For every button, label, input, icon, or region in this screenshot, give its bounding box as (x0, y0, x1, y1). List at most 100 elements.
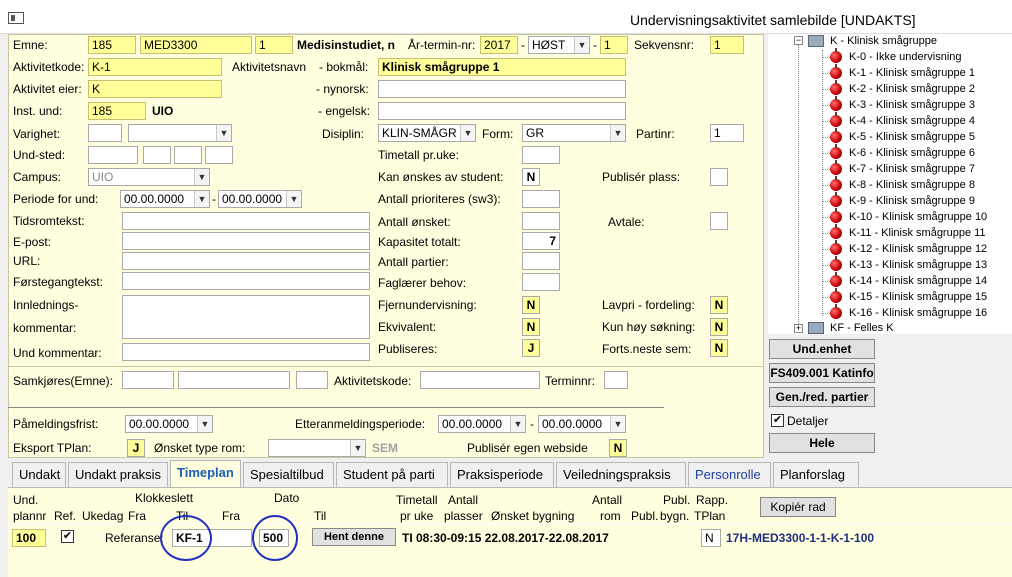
ref-checkbox[interactable]: ✔ (61, 530, 74, 543)
ar-field[interactable]: 2017 (480, 36, 518, 54)
tree-root-kf[interactable]: KF - Felles K (830, 320, 894, 336)
forstegangtekst-field[interactable] (122, 272, 370, 290)
antall-onsket-field[interactable] (522, 212, 560, 230)
samkjores-field-1[interactable] (122, 371, 174, 389)
onsket-rom-select[interactable]: ▼ (268, 439, 366, 457)
samkjores-field-2[interactable] (178, 371, 290, 389)
emne-version-field[interactable]: 1 (255, 36, 293, 54)
antall-partier-field[interactable] (522, 252, 560, 270)
faglaerer-field[interactable] (522, 273, 560, 291)
apple-icon (830, 176, 842, 191)
apple-icon (830, 64, 842, 79)
und-sted-field-3[interactable] (174, 146, 202, 164)
campus-select[interactable]: UIO ▼ (88, 168, 210, 186)
engelsk-field[interactable] (378, 102, 626, 120)
gen-red-button[interactable]: Gen./red. partier (769, 387, 875, 407)
onsket-rom-label: Ønsket type rom: (154, 441, 246, 455)
tab-spesialtilbud[interactable]: Spesialtilbud (243, 462, 334, 487)
periode-fra-select[interactable]: 00.00.0000 ▼ (120, 190, 210, 208)
termin-select[interactable]: HØST ▼ (528, 36, 590, 54)
antall-onsket-label: Antall ønsket: (378, 215, 451, 229)
partinr-field[interactable]: 1 (710, 124, 744, 142)
etteranmelding-til-select[interactable]: 00.00.0000 ▼ (538, 415, 626, 433)
tab-veiledningspraksis[interactable]: Veiledningspraksis (556, 462, 686, 487)
disiplin-select[interactable]: KLIN-SMÅGR ▼ (378, 124, 476, 142)
campus-label: Campus: (13, 170, 62, 184)
und-kommentar-field[interactable] (122, 343, 370, 361)
und-sted-field-2[interactable] (143, 146, 171, 164)
epost-field[interactable] (122, 232, 370, 250)
timeplan-code: 17H-MED3300-1-1-K-1-100 (726, 531, 875, 545)
fjernund-checkbox[interactable]: N (522, 296, 540, 314)
und-sted-field-1[interactable] (88, 146, 138, 164)
varighet-field[interactable] (88, 124, 122, 142)
inst-und-field[interactable]: 185 (88, 102, 146, 120)
kan-onskes-checkbox[interactable]: N (522, 168, 540, 186)
periode-til-select[interactable]: 00.00.0000 ▼ (218, 190, 302, 208)
publiser-web-checkbox[interactable]: N (609, 439, 627, 457)
tab-undakt[interactable]: Undakt (12, 462, 66, 487)
chevron-down-icon: ▼ (510, 416, 525, 432)
antall-partier-label: Antall partier: (378, 255, 449, 269)
timetall-field[interactable] (522, 146, 560, 164)
nynorsk-field[interactable] (378, 80, 626, 98)
und-sted-field-4[interactable] (205, 146, 233, 164)
tab-timeplan[interactable]: Timeplan (170, 460, 241, 487)
tree-collapse-icon[interactable]: − (794, 36, 803, 45)
und-sted-label: Und-sted: (13, 148, 66, 162)
tidsromtekst-field[interactable] (122, 212, 370, 230)
forts-checkbox[interactable]: N (710, 339, 728, 357)
tab-personrolle[interactable]: Personrolle (688, 462, 771, 487)
tab-praksisperiode[interactable]: Praksisperiode (450, 462, 554, 487)
antall-prioriteres-field[interactable] (522, 190, 560, 208)
detaljer-checkbox[interactable]: ✔ (771, 414, 784, 427)
tree-line-v1 (798, 44, 799, 330)
avtale-label: Avtale: (608, 215, 645, 229)
bokmal-field[interactable]: Klinisk smågruppe 1 (378, 58, 626, 76)
url-field[interactable] (122, 252, 370, 270)
apple-icon (830, 80, 842, 95)
emne-code-field[interactable]: MED3300 (140, 36, 252, 54)
etteranmelding-fra-select[interactable]: 00.00.0000 ▼ (438, 415, 526, 433)
tab-undakt-praksis[interactable]: Undakt praksis (68, 462, 168, 487)
chevron-down-icon: ▼ (610, 125, 625, 141)
kapasitet-field[interactable]: 7 (522, 232, 560, 250)
und-enhet-button[interactable]: Und.enhet (769, 339, 875, 359)
publiseres-checkbox[interactable]: J (522, 339, 540, 357)
varighet-unit-select[interactable]: ▼ (128, 124, 232, 142)
tree-root[interactable]: K - Klinisk smågruppe (830, 33, 937, 49)
form-select[interactable]: GR ▼ (522, 124, 626, 142)
und-kommentar-label: Und kommentar: (13, 346, 102, 360)
avtale-checkbox[interactable] (710, 212, 728, 230)
aktivitetkode-field[interactable]: K-1 (88, 58, 222, 76)
terminnr-field[interactable] (604, 371, 628, 389)
innlednings-textarea[interactable] (122, 295, 370, 339)
emne-inst-field[interactable]: 185 (88, 36, 136, 54)
rapp-field[interactable]: N (701, 529, 721, 547)
plannr-field[interactable]: 100 (12, 529, 46, 547)
termin-nr-field[interactable]: 1 (600, 36, 628, 54)
aktivitetskode2-field[interactable] (420, 371, 540, 389)
tree-connector (822, 105, 830, 106)
pameldingsfrist-select[interactable]: 00.00.0000 ▼ (125, 415, 213, 433)
eksport-checkbox[interactable]: J (127, 439, 145, 457)
tab-student-pa-parti[interactable]: Student på parti (336, 462, 448, 487)
katinfo-button[interactable]: FS409.001 Katinfo (769, 363, 875, 383)
kun-hoy-checkbox[interactable]: N (710, 318, 728, 336)
tree-connector (822, 57, 830, 58)
kopier-rad-button[interactable]: Kopiér rad (760, 497, 836, 517)
samkjores-field-3[interactable] (296, 371, 328, 389)
hele-button[interactable]: Hele (769, 433, 875, 453)
tree-connector (822, 265, 830, 266)
hent-denne-button[interactable]: Hent denne (312, 528, 396, 546)
tab-planforslag[interactable]: Planforslag (773, 462, 859, 487)
tree-expand-icon[interactable]: + (794, 324, 803, 333)
ekvivalent-checkbox[interactable]: N (522, 318, 540, 336)
aktivitet-eier-field[interactable]: K (88, 80, 222, 98)
hdr-timetall: Timetall (396, 493, 438, 507)
sekvensnr-field[interactable]: 1 (710, 36, 744, 54)
fjernund-label: Fjernundervisning: (378, 298, 477, 312)
publiser-plass-checkbox[interactable] (710, 168, 728, 186)
lavpri-checkbox[interactable]: N (710, 296, 728, 314)
apple-icon (830, 304, 842, 319)
